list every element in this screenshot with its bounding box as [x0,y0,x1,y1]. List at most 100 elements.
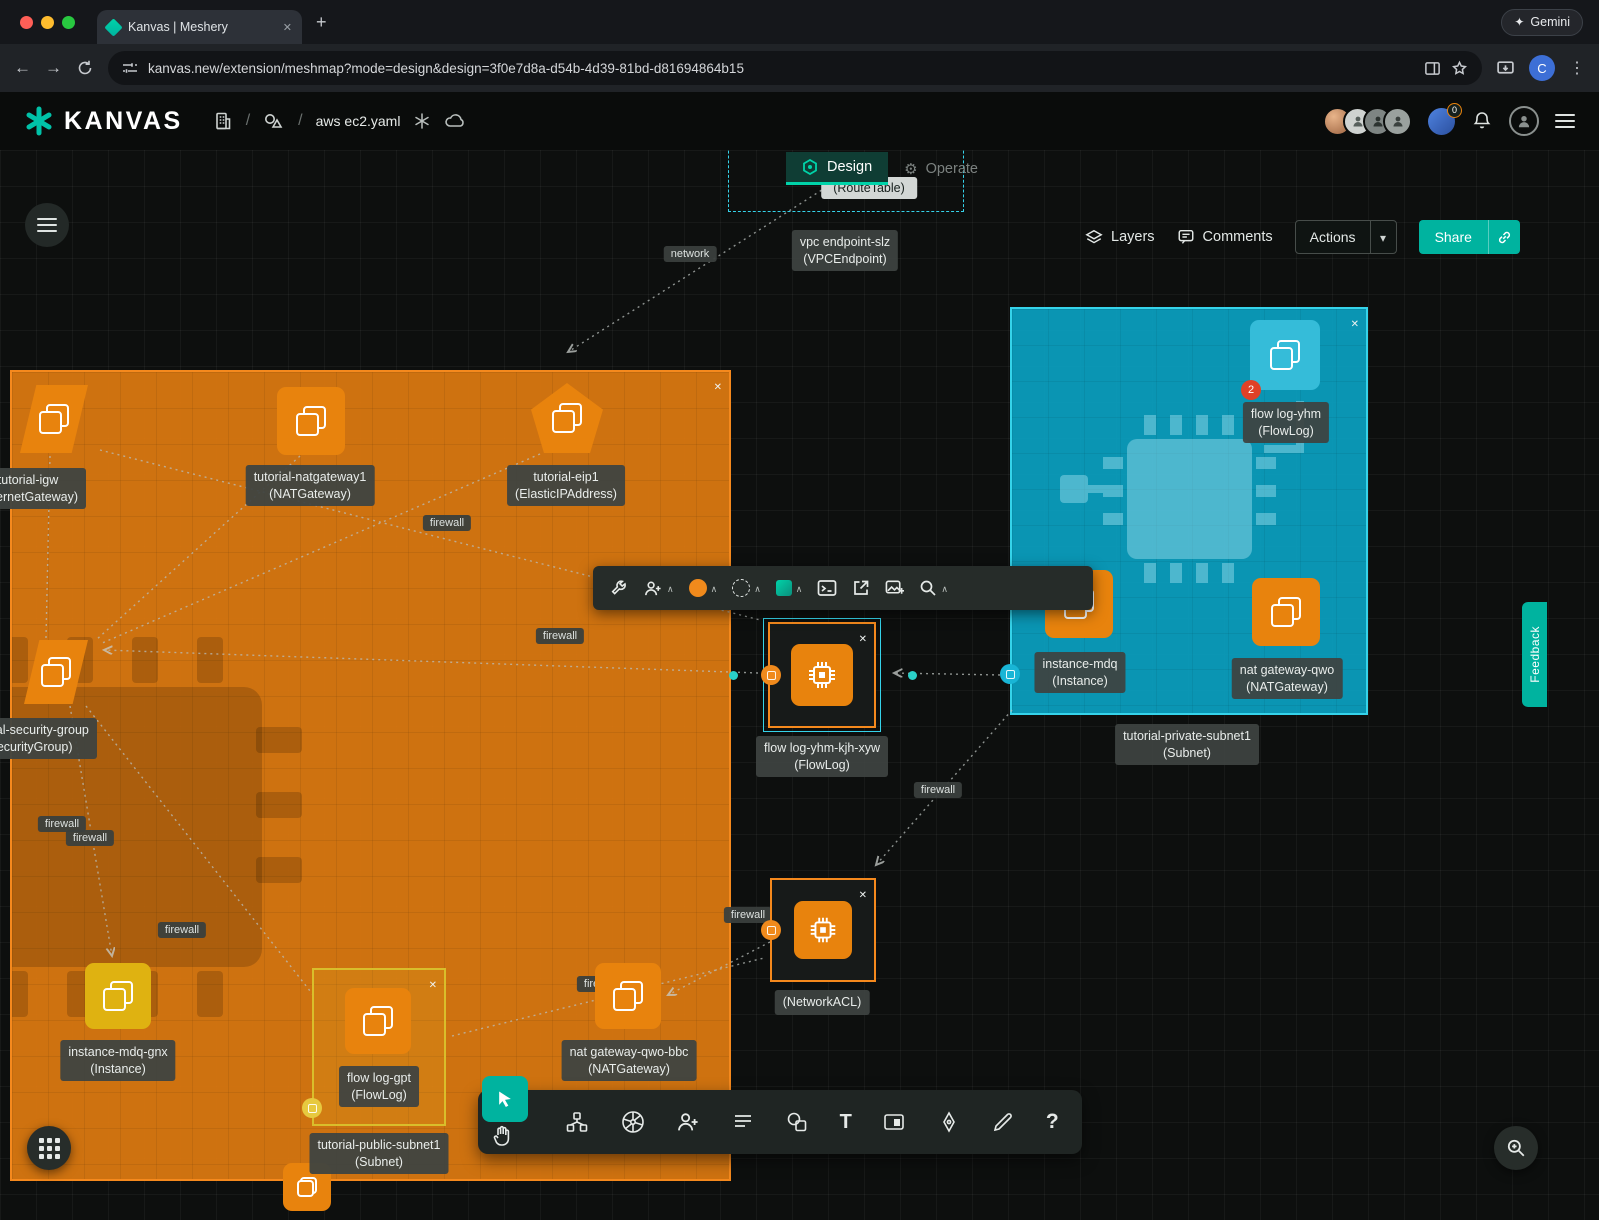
organization-icon[interactable] [213,111,233,131]
select-tool-button[interactable] [482,1076,528,1122]
node-label-instance-mdq-gnx[interactable]: instance-mdq-gnx(Instance) [60,1040,175,1081]
node-label-nat-gateway-qwo[interactable]: nat gateway-qwo(NATGateway) [1232,658,1343,699]
node-connection-handle[interactable] [761,665,781,685]
actions-button[interactable]: Actions [1295,220,1397,254]
resize-handle[interactable] [729,671,738,680]
design-file-name[interactable]: aws ec2.yaml [316,113,401,129]
shapes-icon[interactable] [785,1110,809,1134]
collaborator-avatars[interactable] [1323,107,1412,136]
color-swatch-button[interactable] [689,579,718,597]
collapse-icon[interactable] [859,629,867,647]
layers-button[interactable]: Layers [1085,228,1155,246]
gemini-button[interactable]: Gemini [1501,9,1583,36]
feedback-tab[interactable]: Feedback [1522,602,1547,707]
zoom-search-button[interactable] [919,579,948,597]
node-label-nat-gateway-qwo-bbc[interactable]: nat gateway-qwo-bbc(NATGateway) [562,1040,697,1081]
collapse-icon[interactable] [859,885,867,903]
node-icon-nat-gateway-qwo[interactable] [1252,578,1320,646]
url-bar[interactable]: kanvas.new/extension/meshmap?mode=design… [108,51,1482,85]
node-icon-flow-log-gpt[interactable] [345,988,411,1054]
node-label-instance-mdq[interactable]: instance-mdq(Instance) [1034,652,1125,693]
share-button[interactable]: Share [1419,220,1520,254]
terminal-button[interactable] [817,579,837,597]
window-controls[interactable] [20,16,75,29]
collaborator-avatar[interactable] [1383,107,1412,136]
collaborate-icon[interactable] [676,1110,700,1134]
app-menu-icon[interactable] [1555,114,1575,128]
site-settings-icon[interactable] [122,60,138,76]
kanvas-logo[interactable]: KANVAS [24,106,183,136]
notifications-bell-icon[interactable] [1471,110,1493,132]
node-connection-handle[interactable] [761,920,781,940]
configure-button[interactable] [609,579,628,598]
bookmark-star-icon[interactable] [1451,60,1468,77]
apps-grid-button[interactable] [27,1126,71,1170]
node-label-tutorial-eip1[interactable]: tutorial-eip1(ElasticIPAddress) [507,465,625,506]
node-label-flow-log-gpt[interactable]: flow log-gpt(FlowLog) [339,1066,419,1107]
node-icon-flow-log-yhm[interactable] [1250,320,1320,390]
components-icon[interactable] [565,1110,589,1134]
close-tab-icon[interactable] [283,18,292,36]
text-block-icon[interactable] [731,1110,755,1134]
close-window-button[interactable] [20,16,33,29]
node-network-acl[interactable] [770,878,876,982]
node-label-flow-log-yhm-kjh-xyw[interactable]: flow log-yhm-kjh-xyw(FlowLog) [756,736,888,777]
node-label-tutorial-security-group[interactable]: tutorial-security-group(SecurityGroup) [0,718,97,759]
design-canvas[interactable]: (RouteTable) vpc endpoint-slz (VPCEndpoi… [0,150,1599,1220]
browser-menu-icon[interactable] [1569,58,1585,78]
back-button[interactable]: ← [14,58,31,78]
snowflake-icon[interactable] [413,112,431,130]
browser-tab[interactable]: Kanvas | Meshery [97,10,302,44]
frame-icon[interactable] [882,1110,906,1134]
kubernetes-icon[interactable] [620,1109,646,1135]
node-label-tutorial-public-subnet1[interactable]: tutorial-public-subnet1(Subnet) [310,1133,449,1174]
collapse-icon[interactable] [429,975,437,993]
color-swatch-icon [689,579,707,597]
copy-link-button[interactable] [1488,220,1520,254]
zoom-button[interactable] [1494,1126,1538,1170]
container-connection-handle[interactable] [1000,664,1020,684]
forward-button[interactable]: → [45,58,62,78]
resize-handle[interactable] [908,671,917,680]
node-icon-instance-mdq-gnx[interactable] [85,963,151,1029]
workspace-badge[interactable]: 0 [1428,108,1455,135]
actions-dropdown[interactable] [1370,221,1396,253]
node-label-tutorial-igw[interactable]: tutorial-igw(InternetGateway) [0,468,86,509]
node-label-flow-log-yhm[interactable]: flow log-yhm(FlowLog) [1243,402,1329,443]
browser-profile-avatar[interactable]: C [1529,55,1555,81]
new-tab-button[interactable]: + [316,12,327,33]
text-tool-icon[interactable]: T [840,1111,852,1134]
canvas-menu-button[interactable] [25,203,69,247]
install-app-icon[interactable] [1496,59,1515,78]
open-in-new-button[interactable] [852,579,870,597]
node-flow-log-yhm-kjh-xyw[interactable] [768,622,876,728]
export-image-button[interactable] [885,579,904,597]
pencil-icon[interactable] [991,1110,1015,1134]
collapse-icon[interactable] [714,377,722,395]
node-label-tutorial-natgateway1[interactable]: tutorial-natgateway1(NATGateway) [246,465,375,506]
collapse-icon[interactable] [1351,314,1359,332]
zoom-window-button[interactable] [62,16,75,29]
group-handle[interactable] [302,1098,322,1118]
reading-mode-icon[interactable] [1424,60,1441,77]
tab-design[interactable]: Design [786,152,888,185]
help-icon[interactable]: ? [1046,1110,1059,1134]
node-label-tutorial-private-subnet1[interactable]: tutorial-private-subnet1(Subnet) [1115,724,1259,765]
node-label-network-acl[interactable]: (NetworkACL) [775,990,870,1015]
comments-button[interactable]: Comments [1177,228,1273,246]
minimize-window-button[interactable] [41,16,54,29]
reload-button[interactable] [76,59,94,77]
actor-menu-button[interactable] [643,579,674,598]
node-icon-nat-gateway-qwo-bbc[interactable] [595,963,661,1029]
pen-icon[interactable] [937,1110,961,1134]
workspace-icon[interactable] [263,111,285,131]
url-text[interactable]: kanvas.new/extension/meshmap?mode=design… [148,61,744,76]
shape-style-button[interactable] [776,579,803,597]
node-label-vpc-endpoint[interactable]: vpc endpoint-slz (VPCEndpoint) [792,230,898,271]
user-avatar[interactable] [1509,106,1539,136]
selection-style-button[interactable] [732,579,761,597]
pan-tool-button[interactable] [491,1124,515,1153]
node-icon-tutorial-natgateway1[interactable] [277,387,345,455]
tab-operate[interactable]: Operate [888,152,994,185]
cloud-sync-icon[interactable] [444,112,466,130]
